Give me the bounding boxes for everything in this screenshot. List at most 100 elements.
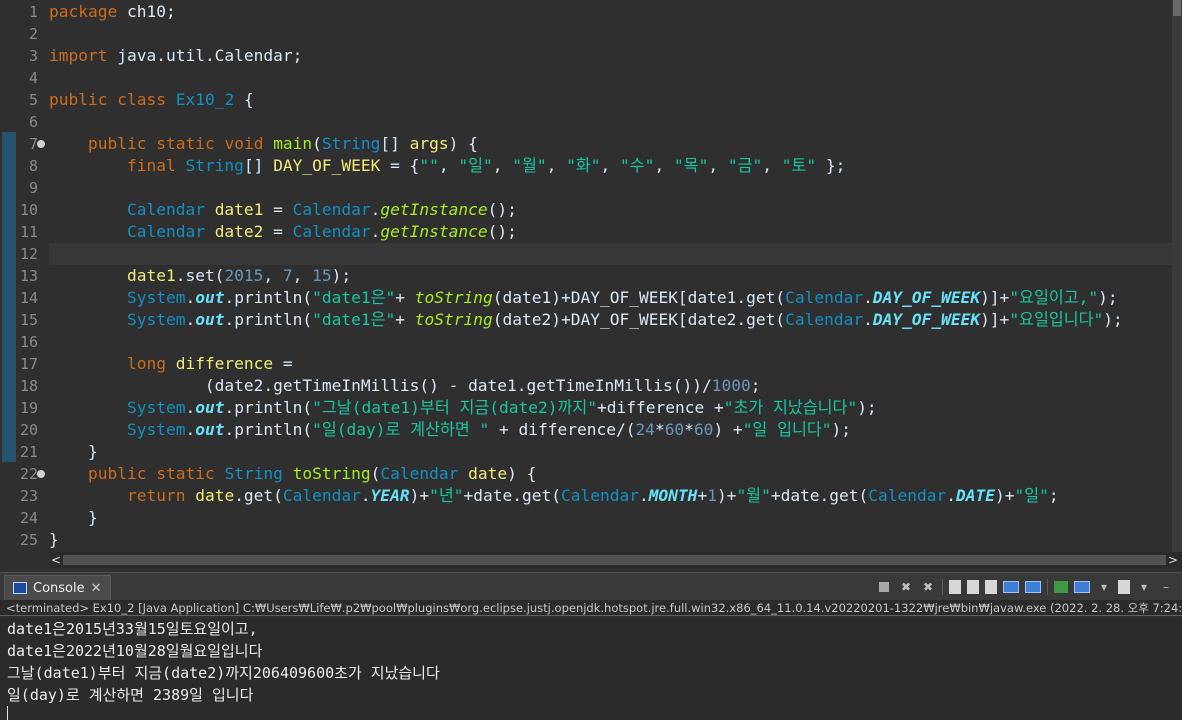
- code-line[interactable]: final String[] DAY_OF_WEEK = {"", "일", "…: [49, 155, 845, 177]
- line-number: 3: [28, 47, 38, 65]
- code-token: getInstance: [380, 200, 488, 219]
- open-console-icon[interactable]: [1118, 580, 1130, 594]
- code-token: final: [126, 156, 176, 175]
- console-toolbar: ✖ ✖ ▾ ▾ –: [876, 577, 1174, 597]
- code-line[interactable]: import java.util.Calendar;: [49, 45, 302, 67]
- console-output[interactable]: date1은2015년33월15일토요일이고, date1은2022년10월28일…: [0, 618, 1182, 720]
- code-line[interactable]: public static String toString(Calendar d…: [49, 463, 536, 485]
- code-line[interactable]: }: [49, 441, 98, 463]
- line-number: 23: [19, 487, 38, 505]
- code-token: "초가 지났습니다": [723, 398, 858, 417]
- code-token: + difference/(: [489, 420, 636, 439]
- pin-console-icon[interactable]: [1054, 581, 1068, 593]
- tab-console[interactable]: Console ✕: [4, 575, 111, 600]
- code-line[interactable]: Calendar date1 = Calendar.getInstance();: [49, 199, 517, 221]
- line-number: 2: [28, 25, 38, 43]
- code-token: ,: [292, 266, 313, 285]
- code-token: );: [1098, 288, 1118, 307]
- code-token: []: [243, 156, 274, 175]
- clear-console-icon[interactable]: [949, 580, 961, 594]
- fold-toggle-icon[interactable]: [37, 140, 45, 148]
- remove-launch-icon[interactable]: ✖: [898, 579, 914, 595]
- horizontal-scroll-thumb[interactable]: [63, 555, 1166, 565]
- code-token: return: [126, 486, 186, 505]
- code-token: 24: [635, 420, 655, 439]
- remove-all-terminated-icon[interactable]: ✖: [920, 579, 936, 595]
- code-token: ,: [263, 266, 283, 285]
- code-token: date: [195, 486, 235, 505]
- code-token: .: [360, 486, 371, 505]
- code-line[interactable]: public static void main(String[] args) {: [49, 133, 478, 155]
- scroll-right-arrow-icon[interactable]: >: [1168, 552, 1178, 568]
- code-token: Calendar: [868, 486, 947, 505]
- code-token: .: [946, 486, 957, 505]
- minimize-icon[interactable]: –: [1158, 579, 1174, 595]
- code-token: String: [224, 464, 283, 483]
- code-token: (date2.getTimeInMillis() - date1.getTime…: [49, 376, 712, 395]
- code-token: +difference +: [597, 398, 724, 417]
- toolbar-separator: [942, 579, 943, 595]
- code-line[interactable]: System.out.println("그날(date1)부터 지금(date2…: [49, 397, 877, 419]
- code-token: ();: [487, 200, 517, 219]
- code-line[interactable]: }: [49, 529, 59, 551]
- code-token: package: [49, 2, 118, 21]
- code-token: Calendar: [785, 288, 864, 307]
- vertical-scroll-thumb[interactable]: [1173, 0, 1181, 16]
- code-line[interactable]: package ch10;: [49, 1, 176, 23]
- code-token: toString: [292, 464, 371, 483]
- code-token: ,: [438, 156, 459, 175]
- code-token: =: [263, 222, 293, 241]
- code-token: +: [697, 486, 708, 505]
- code-editor[interactable]: 1 2 3 4 5 6 7 8 9 10 11 12 13 14 15 16 17 18 19 20 21 22 23 24 2…: [0, 0, 1182, 552]
- code-line[interactable]: public class Ex10_2 {: [49, 89, 254, 111]
- code-area[interactable]: package ch10; import java.util.Calendar; p…: [49, 0, 1172, 552]
- code-token: args: [409, 134, 449, 153]
- code-token: =: [273, 354, 293, 373]
- scroll-left-arrow-icon[interactable]: <: [51, 552, 61, 568]
- line-number: 4: [28, 69, 38, 87]
- editor-horizontal-scrollbar[interactable]: < >: [49, 552, 1182, 568]
- code-line[interactable]: }: [49, 507, 98, 529]
- code-line[interactable]: long difference =: [49, 353, 293, 375]
- code-token: ,: [546, 156, 567, 175]
- chevron-down-icon[interactable]: ▾: [1096, 579, 1112, 595]
- code-line[interactable]: return date.get(Calendar.YEAR)+"년"+date.…: [49, 485, 1059, 507]
- display-selected-console-icon[interactable]: [1074, 581, 1090, 593]
- code-token: java.util.Calendar;: [107, 46, 303, 65]
- code-token: ,: [708, 156, 728, 175]
- code-token: long: [126, 354, 166, 373]
- code-token: toString: [414, 310, 493, 329]
- code-line[interactable]: System.out.println("일(day)로 계산하면 " + dif…: [49, 419, 851, 441]
- close-icon[interactable]: ✕: [91, 581, 102, 596]
- code-token: toString: [414, 288, 493, 307]
- code-line[interactable]: System.out.println("date1은"+ toString(da…: [49, 287, 1118, 309]
- code-line[interactable]: System.out.println("date1은"+ toString(da…: [49, 309, 1123, 331]
- code-line[interactable]: date1.set(2015, 7, 15);: [49, 265, 351, 287]
- show-on-output-icon[interactable]: [1003, 581, 1019, 593]
- word-wrap-icon[interactable]: [985, 580, 997, 594]
- code-line[interactable]: (date2.getTimeInMillis() - date1.getTime…: [49, 375, 761, 397]
- chevron-down-icon[interactable]: ▾: [1136, 579, 1152, 595]
- code-token: ) +: [713, 420, 743, 439]
- terminate-icon[interactable]: [879, 582, 889, 592]
- code-token: "일": [458, 156, 493, 175]
- code-token: .println(: [224, 288, 313, 307]
- editor-vertical-scrollbar[interactable]: [1172, 0, 1182, 552]
- line-number: 7: [28, 135, 38, 153]
- fold-toggle-icon[interactable]: [37, 470, 45, 478]
- code-token: +: [395, 288, 415, 307]
- scroll-lock-icon[interactable]: [967, 580, 979, 594]
- code-line[interactable]: Calendar date2 = Calendar.getInstance();: [49, 221, 517, 243]
- code-token: "요일입니다": [1009, 310, 1104, 329]
- code-token: .: [185, 288, 196, 307]
- show-on-error-icon[interactable]: [1025, 581, 1041, 593]
